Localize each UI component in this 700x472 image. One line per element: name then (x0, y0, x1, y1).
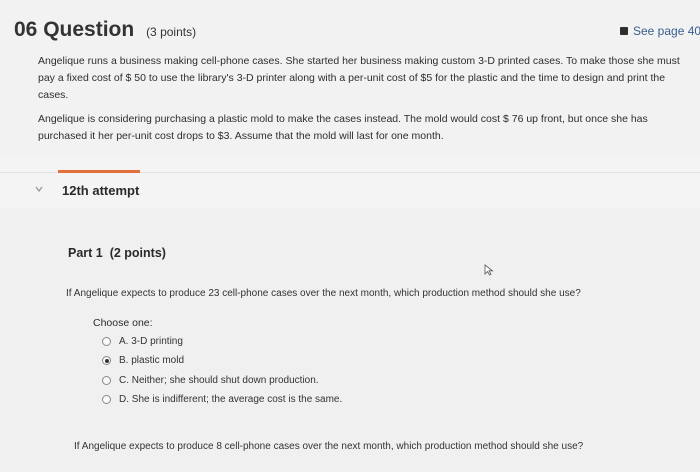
question-points: (3 points) (146, 25, 197, 39)
option-a-label: A. 3-D printing (119, 336, 183, 347)
part1-points: (2 points) (109, 246, 166, 260)
radio-button[interactable] (102, 395, 111, 404)
option-c-label: C. Neither; she should shut down product… (119, 375, 319, 386)
attempt-label: 12th attempt (62, 183, 140, 198)
question-paragraph-1: Angelique runs a business making cell-ph… (38, 55, 680, 101)
see-page-label: See page 400 (633, 24, 700, 38)
part1-question: If Angelique expects to produce 23 cell-… (66, 288, 581, 299)
question-paragraph-2: Angelique is considering purchasing a pl… (38, 113, 648, 142)
attempt-accent-bar (58, 170, 140, 173)
option-b[interactable]: B. plastic mold (102, 355, 184, 366)
mouse-cursor-icon (484, 264, 494, 276)
option-b-label: B. plastic mold (119, 355, 185, 366)
question-label: Question (43, 18, 135, 41)
radio-button[interactable] (102, 337, 111, 346)
radio-button[interactable] (102, 376, 111, 385)
option-d[interactable]: D. She is indifferent; the average cost … (102, 394, 342, 405)
see-page-link[interactable]: See page 400 (620, 24, 700, 38)
question-title: 06 Question (3 points) (14, 18, 196, 42)
part1-title-label: Part 1 (68, 246, 103, 260)
choose-one-label: Choose one: (93, 317, 153, 329)
part1-title: Part 1 (2 points) (68, 246, 166, 260)
option-a[interactable]: A. 3-D printing (102, 336, 183, 347)
option-d-label: D. She is indifferent; the average cost … (119, 394, 343, 405)
chevron-down-icon[interactable] (34, 184, 44, 194)
option-c[interactable]: C. Neither; she should shut down product… (102, 375, 319, 386)
part2-question: If Angelique expects to produce 8 cell-p… (74, 441, 584, 452)
book-icon (620, 27, 628, 35)
question-number: 06 (14, 18, 38, 41)
radio-button-selected[interactable] (102, 356, 111, 365)
